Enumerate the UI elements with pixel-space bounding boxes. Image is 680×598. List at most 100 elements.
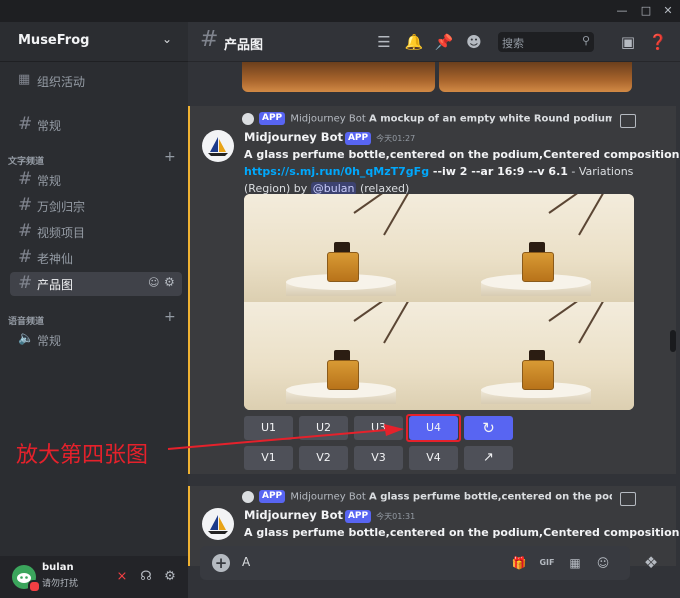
channel-general[interactable]: # 常规 [10,168,182,192]
grid-image-3[interactable] [244,302,439,410]
minimize-button[interactable]: — [612,3,632,19]
channel-label: 视频项目 [37,226,86,240]
reply-avatar [242,112,254,125]
upscale-button-1[interactable]: U1 [244,416,293,440]
user-panel: bulan 请勿打扰 ⨯ ☊ ⚙ [0,556,188,598]
sailboat-logo-icon [208,137,228,156]
channel-label: 常规 [37,174,62,188]
author-name[interactable]: Midjourney Bot [244,508,343,522]
highlight-box [406,414,461,442]
app-badge: APP [344,131,372,145]
speaker-icon: 🔈 [18,331,35,346]
channel-video[interactable]: # 视频项目 [10,220,182,244]
reply-text: A glass perfume bottle,centered on the p… [368,491,612,503]
image-icon [620,492,636,506]
image-link[interactable]: https://s.mj.run/0h_qMzT7gFg [244,165,429,178]
search-input[interactable]: 搜索 ⚲ [498,32,594,52]
title-bar: — □ ✕ [0,0,680,22]
close-button[interactable]: ✕ [658,3,678,19]
bot-avatar[interactable] [202,508,234,540]
sticker-icon[interactable]: ▦ [566,554,584,572]
variations-text: - Variations [567,165,634,178]
timestamp: 今天01:27 [376,134,416,143]
variation-button-2[interactable]: V2 [299,446,348,470]
reply-reference[interactable]: APP Midjourney Bot A mockup of an empty … [242,112,612,128]
category-text-channels[interactable]: 文字频道 [8,154,44,167]
hash-icon: # [18,195,33,215]
message-header: Midjourney Bot APP 今天01:27 [244,130,415,145]
chat-area: # 产品图 ☰ 🔔 📌 ☻ 搜索 ⚲ ▣ ❓ APP Midjourney Bo… [188,22,680,598]
threads-icon[interactable]: ☰ [374,32,394,52]
message-composer[interactable]: + A 🎁 GIF ▦ ☺ [200,546,630,580]
help-icon[interactable]: ❓ [648,32,668,52]
mic-muted-icon[interactable]: ⨯ [114,569,130,585]
grid-image-2[interactable] [439,194,634,302]
sidebar-item-events[interactable]: ▦ 组织活动 [10,69,182,93]
bot-avatar[interactable] [202,130,234,162]
reply-author: Midjourney Bot [290,113,366,125]
add-attachment-icon[interactable]: + [212,554,230,572]
params: --iw 2 --ar 16:9 --v 6.1 [429,165,568,178]
variation-button-3[interactable]: V3 [354,446,403,470]
gif-icon[interactable]: GIF [538,554,556,572]
reply-avatar [242,490,254,503]
timestamp: 今天01:31 [376,512,416,521]
app-badge: APP [259,490,286,503]
headphones-icon[interactable]: ☊ [138,569,154,585]
reply-text: A mockup of an empty white Round podium … [368,113,612,125]
server-name: MuseFrog [18,33,90,48]
upscale-button-2[interactable]: U2 [299,416,348,440]
add-channel-icon[interactable]: + [164,149,176,165]
channel-label: 产品图 [37,278,74,292]
upscale-button-3[interactable]: U3 [354,416,403,440]
message-input[interactable]: A [242,555,250,569]
hash-icon: # [18,169,33,189]
prompt-text: A glass perfume bottle,centered on the p… [244,526,679,539]
user-status: 请勿打扰 [42,579,79,589]
settings-gear-icon[interactable]: ⚙ [162,569,178,585]
add-channel-icon[interactable]: + [164,309,176,325]
reply-reference[interactable]: APP Midjourney Bot A glass perfume bottl… [242,490,612,506]
search-icon: ⚲ [581,34,590,47]
image-grid[interactable] [244,194,634,410]
channel-header: # 产品图 ☰ 🔔 📌 ☻ 搜索 ⚲ ▣ ❓ [188,22,680,62]
emoji-icon[interactable]: ☺ [594,554,612,572]
previous-image[interactable] [242,62,435,92]
maximize-button[interactable]: □ [636,3,656,19]
prompt: A glass perfume bottle,centered on the p… [244,526,680,539]
variation-button-1[interactable]: V1 [244,446,293,470]
hash-icon: # [18,114,33,134]
gear-icon[interactable]: ⚙ [164,275,175,289]
author-name[interactable]: Midjourney Bot [244,130,343,144]
open-external-button[interactable]: ↗ [464,446,513,470]
channel-wanjian[interactable]: # 万剑归宗 [10,194,182,218]
apps-icon[interactable]: ❖ [642,554,660,572]
channel-general-top[interactable]: # 常规 [10,113,182,137]
voice-channel-general[interactable]: 🔈 常规 [10,328,182,352]
channel-label: 万剑归宗 [37,200,86,214]
pin-icon[interactable]: 📌 [434,32,454,52]
search-placeholder: 搜索 [502,37,524,50]
calendar-icon: ▦ [18,72,31,87]
scrollbar[interactable] [670,330,676,352]
server-header[interactable]: MuseFrog ⌄ [0,22,188,62]
previous-image[interactable] [439,62,632,92]
inbox-icon[interactable]: ▣ [618,32,638,52]
bell-icon[interactable]: 🔔 [404,32,424,52]
grid-image-4[interactable] [439,302,634,410]
reroll-button[interactable]: ↻ [464,416,513,440]
hash-icon: # [18,221,33,241]
previous-image-grid [242,62,632,92]
chevron-down-icon[interactable]: ⌄ [162,32,172,46]
gift-icon[interactable]: 🎁 [510,554,528,572]
sailboat-logo-icon [208,515,228,534]
grid-image-1[interactable] [244,194,439,302]
message-list: APP Midjourney Bot A mockup of an empty … [188,62,680,566]
category-voice-channels[interactable]: 语音频道 [8,314,44,327]
channel-product-images[interactable]: # 产品图 ☺ ⚙ [10,272,182,296]
channel-laoshenxian[interactable]: # 老神仙 [10,246,182,270]
members-icon[interactable]: ☻ [464,32,484,52]
variation-button-4[interactable]: V4 [409,446,458,470]
invite-icon[interactable]: ☺ [148,276,159,289]
reply-author: Midjourney Bot [290,491,366,503]
